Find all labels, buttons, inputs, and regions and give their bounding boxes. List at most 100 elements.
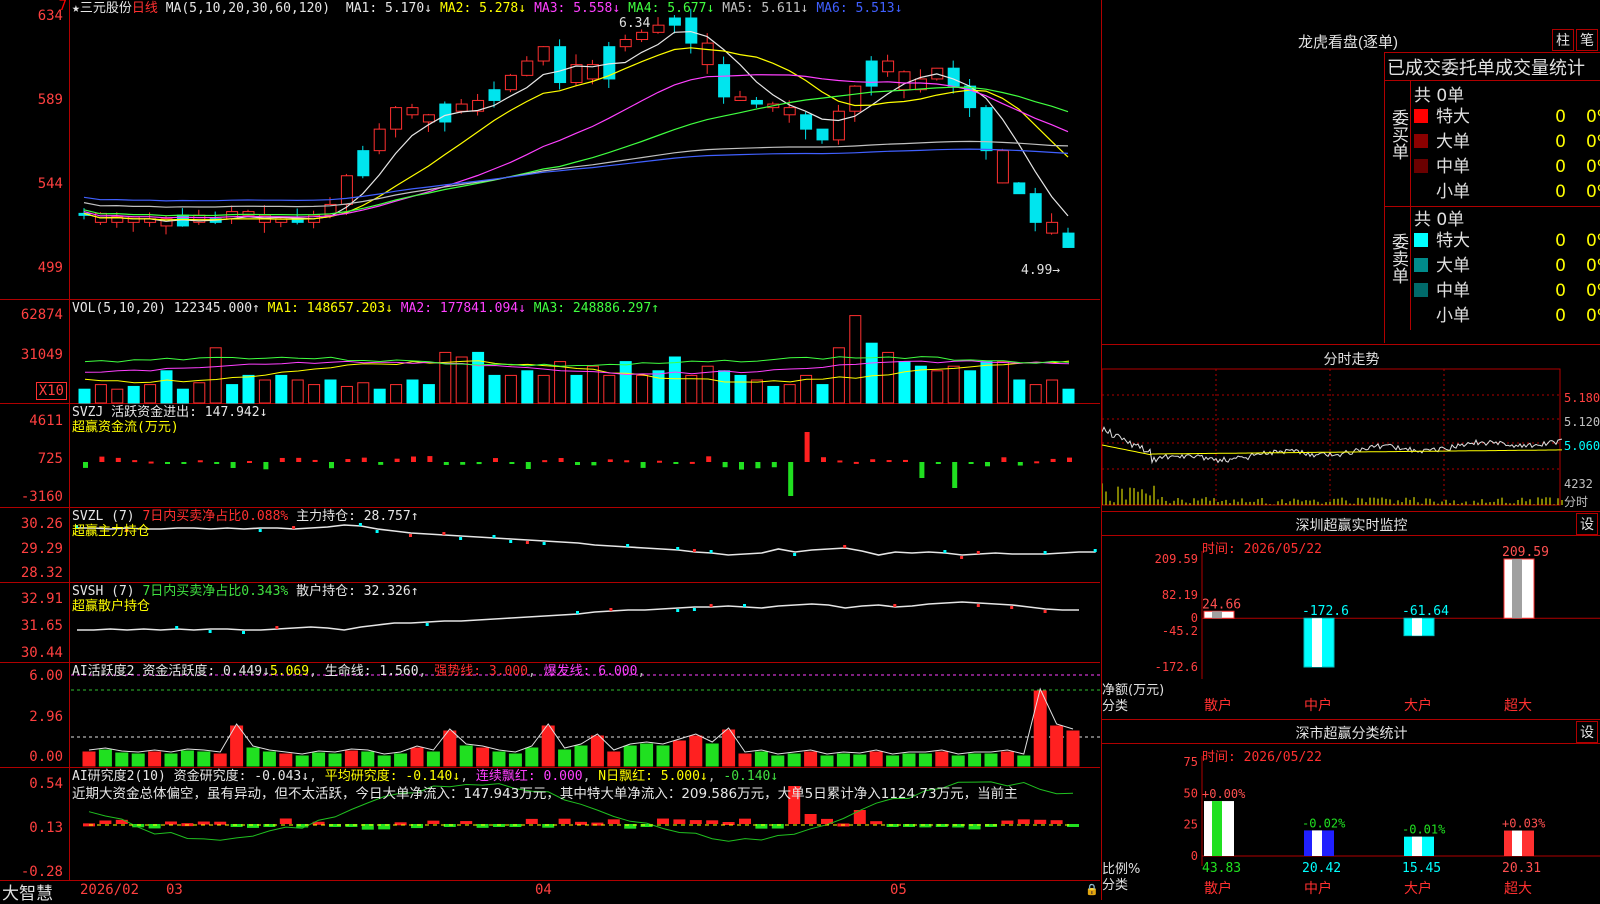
volume-bar — [291, 379, 304, 404]
candle-body — [980, 107, 993, 152]
volume-bar — [488, 374, 501, 404]
volume-unit: X10 — [35, 382, 67, 400]
activity-bar — [574, 745, 588, 767]
sc-change-label: +0.03% — [1502, 817, 1546, 831]
period-label[interactable]: 日线 — [132, 1, 158, 16]
sz-xlabel: 分类 — [1102, 699, 1129, 714]
volume-bar — [357, 382, 370, 404]
activity-bar — [754, 751, 768, 767]
activity-bar — [1017, 755, 1031, 767]
ai-research-name: AI研究度2(10) — [72, 769, 166, 784]
volume-bar — [603, 374, 616, 404]
candle-body — [340, 175, 353, 205]
order-percent: 0% — [1586, 157, 1600, 177]
sc-stats-section[interactable]: 深市超赢分类统计 设 时间: 2026/05/22 75 50 25 0 +0.00% 4… — [1102, 720, 1600, 900]
kline-panel[interactable]: 634 589 544 499 7 6.34 4.99→ ★三元股份日线 MA(5… — [0, 0, 1100, 300]
svzl-panel[interactable]: 30.26 29.29 28.32 SVZL (7) 7日内买卖净占比0.088… — [0, 508, 1100, 583]
activity-bar — [459, 745, 473, 767]
intraday-unit: 分时 — [1564, 495, 1589, 509]
ai-activity-header: AI活跃度2 资金活跃度: 0.449↓5.069, 生命线: 1.560, 强… — [72, 664, 646, 679]
activity-bar — [525, 747, 539, 767]
sc-bar-highlight — [1312, 830, 1322, 856]
holding-tick — [175, 626, 179, 629]
volume-bar — [1046, 379, 1059, 404]
bar-mode-button[interactable]: 柱 — [1552, 29, 1574, 51]
ai-research-value: 资金研究度: -0.043↓ — [173, 769, 310, 784]
volume-bar — [554, 361, 567, 404]
money-flow-bar — [575, 462, 580, 466]
order-count: 0 — [1555, 256, 1566, 276]
activity-bar — [1033, 690, 1047, 767]
money-flow-bar — [657, 460, 662, 463]
svzl-y-label: 30.26 — [20, 516, 63, 532]
legend-swatch — [1414, 283, 1428, 297]
volume-bar — [406, 379, 419, 404]
candle-body — [947, 67, 960, 87]
date-axis[interactable]: 大智慧 2026/02 03 04 05 🔒 — [0, 880, 1100, 904]
svzl-y-axis: 30.26 29.29 28.32 — [0, 508, 70, 582]
lock-icon[interactable]: 🔒 — [1085, 883, 1099, 896]
volume-bar — [537, 374, 550, 404]
intraday-chart — [1102, 368, 1563, 506]
order-percent: 0% — [1586, 256, 1600, 276]
volume-bar — [275, 374, 288, 404]
money-flow-bar — [99, 456, 105, 462]
svzj-header: SVZJ 活跃资金进出: 147.942↓ 超赢资金流(万元) — [72, 405, 267, 435]
lhb-sell-section: 委卖单 共 0单 特大 0 0% 大单 0 0% 中单 0 0% 小单 0 0% — [1384, 205, 1600, 330]
activity-bar — [672, 740, 686, 767]
money-flow-bar — [706, 456, 712, 462]
activity-bar — [918, 753, 932, 767]
ai-activity-panel[interactable]: 6.00 2.96 0.00 AI活跃度2 资金活跃度: 0.449↓5.069… — [0, 663, 1100, 768]
research-bar — [689, 820, 702, 824]
order-count: 0 — [1555, 231, 1566, 251]
sz-monitor-section[interactable]: 深圳超赢实时监控 设 时间: 2026/05/22 209.59 82.19 0 -4… — [1102, 511, 1600, 720]
tick-mode-button[interactable]: 笔 — [1576, 29, 1598, 51]
sell-total: 共 0单 — [1414, 210, 1465, 230]
activity-bar — [951, 755, 965, 767]
research-bar — [673, 819, 686, 824]
money-flow-bar — [952, 462, 958, 488]
kline-chart: 6.34 4.99→ — [78, 8, 1075, 278]
intraday-price-line — [1102, 426, 1563, 465]
kline-y-label: 589 — [37, 92, 63, 108]
money-flow-bar — [394, 458, 400, 462]
ai-n-day-red: N日飘红: 5.000↓ — [598, 769, 708, 784]
volume-bar — [685, 374, 698, 404]
holding-tick — [242, 631, 245, 634]
svzl-subtitle: 超赢主力持仓 — [72, 524, 151, 539]
holding-tick — [459, 537, 463, 540]
candle-body — [800, 114, 813, 130]
kline-plot[interactable]: 6.34 4.99→ — [71, 0, 1100, 299]
intraday-y-label: 5.060 — [1564, 439, 1600, 453]
activity-bar — [246, 747, 260, 767]
sc-y-label: 50 — [1184, 786, 1198, 800]
ai-research-panel[interactable]: 0.54 0.13 -0.28 AI研究度2(10) 资金研究度: -0.043… — [0, 768, 1100, 880]
sc-category-label: 散户 — [1204, 880, 1232, 897]
activity-bar — [705, 743, 719, 767]
activity-bar — [820, 755, 834, 767]
sz-category-label: 散户 — [1204, 697, 1232, 714]
svsh-y-label: 32.91 — [20, 591, 63, 607]
volume-bar — [996, 361, 1009, 404]
volume-bar — [258, 379, 271, 404]
star-icon[interactable]: ★ — [72, 1, 80, 16]
activity-bar — [623, 745, 637, 767]
activity-bar — [1000, 751, 1014, 767]
activity-bar — [1066, 730, 1080, 767]
money-flow-bar — [870, 459, 876, 462]
order-stat-row: 中单 0 0% — [1414, 155, 1600, 179]
moving-average-line — [83, 74, 1069, 219]
candle-body — [685, 17, 698, 44]
svzl-header: SVZL (7) 7日内买卖净占比0.088% 主力持仓: 28.757↑ 超赢… — [72, 509, 419, 539]
holding-tick — [709, 550, 713, 553]
holding-tick — [1043, 551, 1047, 554]
svzj-panel[interactable]: 4611 725 -3160 SVZJ 活跃资金进出: 147.942↓ 超赢资… — [0, 404, 1100, 508]
candle-body — [849, 85, 862, 112]
money-flow-bar — [509, 462, 515, 464]
intraday-section[interactable]: 分时走势 5.180 5.120 5.060 4232 分时 — [1102, 344, 1600, 512]
volume-bar — [1062, 388, 1075, 404]
svsh-ratio: 7日内买卖净占比0.343% — [142, 584, 289, 599]
candle-body — [455, 103, 468, 112]
volume-panel[interactable]: 62874 31049 X10 VOL(5,10,20) 122345.000↑… — [0, 300, 1100, 404]
svsh-panel[interactable]: 32.91 31.65 30.44 SVSH (7) 7日内买卖净占比0.343… — [0, 583, 1100, 663]
